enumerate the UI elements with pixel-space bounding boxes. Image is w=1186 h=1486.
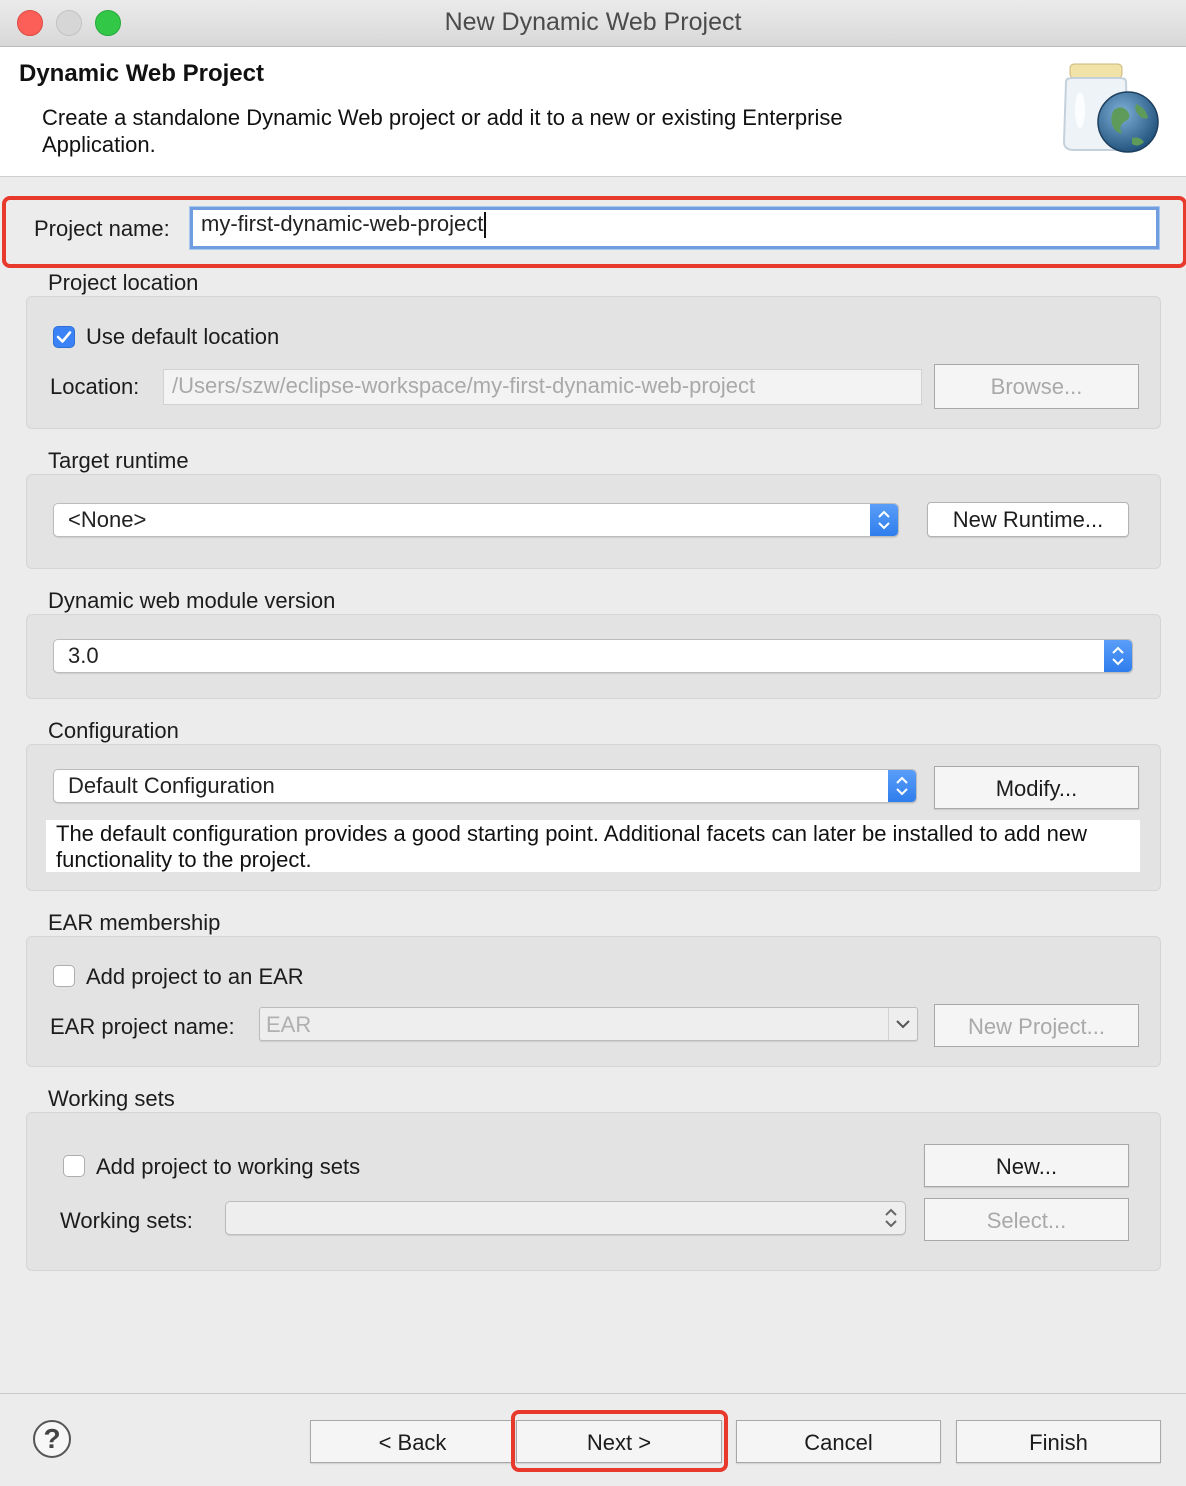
cancel-button[interactable]: Cancel (736, 1420, 941, 1463)
use-default-location-label: Use default location (86, 324, 280, 349)
add-to-ear-checkbox[interactable] (53, 965, 75, 987)
target-runtime-title: Target runtime (48, 448, 189, 473)
working-sets-panel (26, 1112, 1161, 1271)
add-to-ear-label: Add project to an EAR (86, 964, 304, 989)
project-name-value: my-first-dynamic-web-project (201, 211, 484, 236)
select-stepper-icon (870, 504, 898, 536)
configuration-value: Default Configuration (68, 773, 275, 798)
use-default-location-checkbox[interactable] (53, 326, 75, 348)
project-location-panel (26, 296, 1161, 429)
checkmark-icon (56, 331, 72, 343)
module-version-select[interactable]: 3.0 (53, 639, 1133, 673)
location-label: Location: (50, 374, 140, 399)
working-sets-select[interactable] (225, 1201, 906, 1235)
browse-button[interactable]: Browse... (934, 364, 1139, 409)
add-to-working-sets-checkbox[interactable] (63, 1155, 85, 1177)
add-to-working-sets-label: Add project to working sets (96, 1154, 361, 1179)
target-runtime-select[interactable]: <None> (53, 503, 899, 537)
configuration-title: Configuration (48, 718, 179, 743)
footer-divider (0, 1393, 1186, 1394)
page-title: Dynamic Web Project (19, 60, 264, 87)
web-project-jar-globe-icon (1056, 60, 1166, 160)
back-button[interactable]: < Back (310, 1420, 515, 1463)
page-description: Create a standalone Dynamic Web project … (42, 105, 843, 157)
location-input[interactable]: /Users/szw/eclipse-workspace/my-first-dy… (163, 369, 922, 405)
module-version-title: Dynamic web module version (48, 588, 336, 613)
help-icon[interactable]: ? (33, 1420, 71, 1458)
ear-project-name-label: EAR project name: (50, 1014, 235, 1039)
select-stepper-icon (877, 1202, 905, 1234)
new-ear-project-button[interactable]: New Project... (934, 1004, 1139, 1047)
finish-button[interactable]: Finish (956, 1420, 1161, 1463)
project-location-title: Project location (48, 270, 199, 295)
next-button-highlight (511, 1410, 728, 1472)
ear-membership-title: EAR membership (48, 910, 221, 935)
select-stepper-icon (1104, 640, 1132, 672)
working-sets-title: Working sets (48, 1086, 175, 1111)
module-version-value: 3.0 (68, 643, 99, 668)
ear-project-name-combo[interactable]: EAR (259, 1007, 918, 1041)
project-name-input[interactable]: my-first-dynamic-web-project (190, 207, 1159, 249)
target-runtime-value: <None> (68, 507, 147, 532)
configuration-description: The default configuration provides a goo… (46, 820, 1140, 872)
chevron-down-icon (888, 1008, 917, 1040)
project-name-label: Project name: (34, 216, 170, 241)
new-runtime-button[interactable]: New Runtime... (927, 502, 1129, 537)
new-working-set-button[interactable]: New... (924, 1144, 1129, 1187)
select-working-sets-button[interactable]: Select... (924, 1198, 1129, 1241)
select-stepper-icon (888, 770, 916, 802)
modify-button[interactable]: Modify... (934, 766, 1139, 809)
ear-project-name-value: EAR (266, 1012, 312, 1037)
configuration-select[interactable]: Default Configuration (53, 769, 917, 803)
working-sets-label: Working sets: (60, 1208, 193, 1233)
window-title: New Dynamic Web Project (444, 8, 742, 36)
